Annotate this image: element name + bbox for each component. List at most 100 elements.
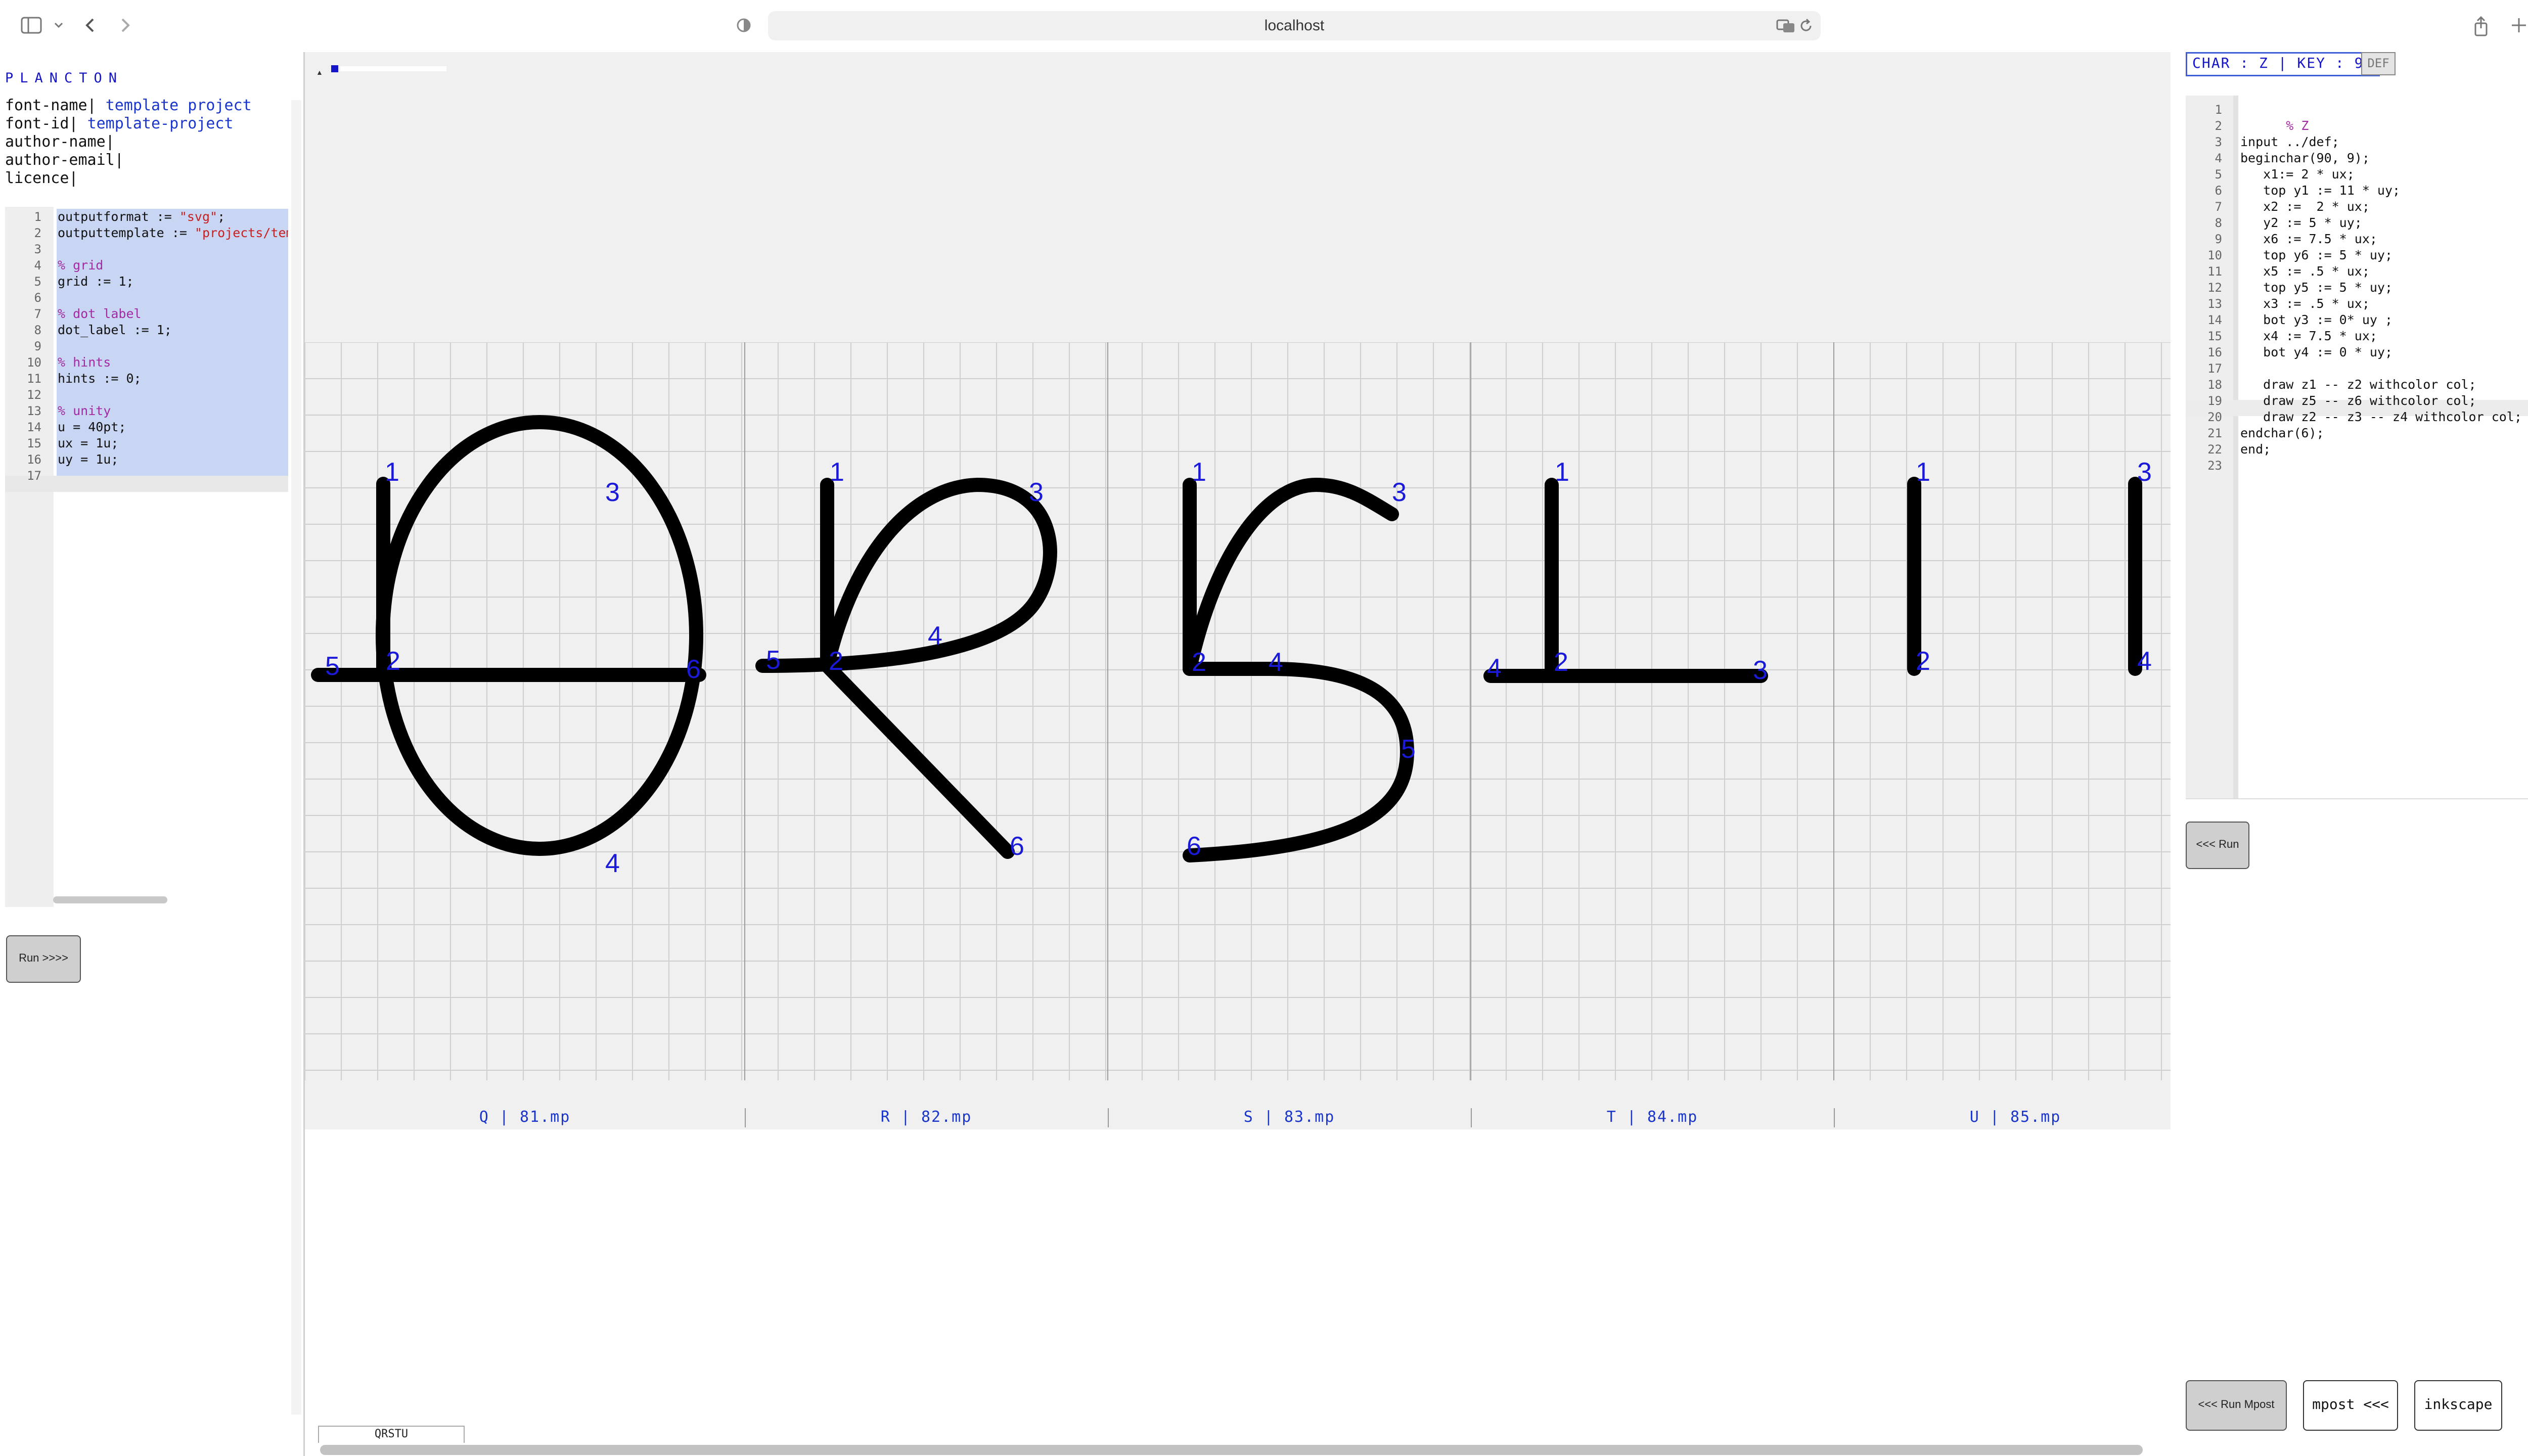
- code-line[interactable]: 4 % grid: [5, 257, 288, 274]
- meta-row[interactable]: author-email|: [5, 151, 252, 169]
- code-line[interactable]: 17: [2186, 360, 2528, 377]
- point-label: 4: [605, 849, 620, 878]
- translate-icon[interactable]: [1776, 16, 1796, 38]
- glyph-file-link[interactable]: S | 83.mp: [1108, 1108, 1471, 1126]
- code-line[interactable]: 8 dot_label := 1;: [5, 322, 288, 338]
- plus-icon[interactable]: [2510, 15, 2527, 40]
- code-line[interactable]: 1 outputformat := "svg";: [5, 209, 288, 225]
- char-key-indicator: CHAR : Z | KEY : 90: [2186, 52, 2380, 76]
- code-line[interactable]: 12 top y5 := 5 * uy;: [2186, 280, 2528, 296]
- glyph-t[interactable]: [1483, 478, 1768, 683]
- code-line[interactable]: 4 beginchar(90, 9);: [2186, 150, 2528, 166]
- line-number: 7: [34, 307, 41, 321]
- meta-row[interactable]: font-name| template project: [5, 97, 252, 115]
- code-line[interactable]: 15 x4 := 7.5 * ux;: [2186, 328, 2528, 344]
- glyph-file-link[interactable]: Q | 81.mp: [305, 1108, 745, 1126]
- code-line[interactable]: 16 uy = 1u;: [5, 451, 288, 468]
- meta-row[interactable]: author-name|: [5, 133, 252, 151]
- chevron-down-icon[interactable]: [53, 15, 65, 40]
- tab-glyph-set[interactable]: QRSTU: [318, 1426, 465, 1443]
- glyph-code-editor[interactable]: 12 % Z 3 input ../def; 4 beginchar(90, 9); 5 …: [2186, 96, 2528, 799]
- code-line[interactable]: 10 top y6 := 5 * uy;: [2186, 247, 2528, 263]
- project-panel: PLANCTON font-name| template project fon…: [0, 52, 303, 1456]
- code-line[interactable]: 2 outputtemplate := "projects/temp: [5, 225, 288, 241]
- code-line[interactable]: 11 x5 := .5 * ux;: [2186, 263, 2528, 280]
- glyph-q[interactable]: [311, 415, 706, 856]
- collapse-icon[interactable]: ▲: [316, 68, 323, 76]
- glyph-file-link[interactable]: R | 82.mp: [745, 1108, 1108, 1126]
- reload-icon[interactable]: [1798, 17, 1814, 37]
- code-line[interactable]: 13 % unity: [5, 403, 288, 419]
- code-line[interactable]: 22 end;: [2186, 441, 2528, 458]
- code-line[interactable]: 3 input ../def;: [2186, 134, 2528, 150]
- line-number: 18: [2207, 378, 2222, 392]
- glyph-separators: [744, 342, 1834, 1080]
- point-label: 2: [1554, 648, 1568, 677]
- meta-row[interactable]: font-id| template-project: [5, 115, 252, 133]
- code-line[interactable]: 15 ux = 1u;: [5, 435, 288, 451]
- code-line[interactable]: 7 % dot label: [5, 306, 288, 322]
- code-text: input ../def;: [2240, 134, 2339, 149]
- code-line[interactable]: 9: [5, 338, 288, 354]
- sidebar-toggle-icon[interactable]: [20, 15, 42, 40]
- code-line[interactable]: 10 % hints: [5, 354, 288, 371]
- code-line[interactable]: 17: [5, 468, 288, 484]
- meta-value[interactable]: template-project: [87, 115, 234, 132]
- code-text: draw z1 -- z2 withcolor col;: [2240, 377, 2476, 392]
- code-line[interactable]: 5 grid := 1;: [5, 274, 288, 290]
- run-glyph-button[interactable]: <<< Run: [2186, 822, 2249, 869]
- code-line[interactable]: 14 u = 40pt;: [5, 419, 288, 435]
- line-number: 6: [2215, 184, 2222, 198]
- meta-value[interactable]: template project: [106, 97, 252, 114]
- code-line[interactable]: 19 draw z5 -- z6 withcolor col;: [2186, 393, 2528, 409]
- share-icon[interactable]: [2472, 15, 2490, 42]
- line-number: 2: [34, 226, 41, 240]
- code-text: top y5 := 5 * uy;: [2240, 280, 2393, 295]
- code-line[interactable]: 1: [2186, 102, 2528, 118]
- address-bar[interactable]: localhost: [768, 11, 1821, 40]
- glyph-s-arc: [1183, 478, 1399, 676]
- glyph-file-link[interactable]: T | 84.mp: [1471, 1108, 1834, 1126]
- code-line[interactable]: 9 x6 := 7.5 * ux;: [2186, 231, 2528, 247]
- def-button[interactable]: DEF: [2361, 52, 2396, 75]
- code-line[interactable]: 7 x2 := 2 * ux;: [2186, 199, 2528, 215]
- inkscape-button[interactable]: inkscape: [2414, 1380, 2502, 1431]
- code-line[interactable]: 3: [5, 241, 288, 257]
- code-line[interactable]: 5 x1:= 2 * ux;: [2186, 166, 2528, 183]
- code-line[interactable]: 18 draw z1 -- z2 withcolor col;: [2186, 377, 2528, 393]
- code-line[interactable]: 23: [2186, 458, 2528, 474]
- point-label: 4: [1269, 648, 1283, 677]
- point-label: 1: [385, 458, 399, 487]
- meta-row[interactable]: licence|: [5, 169, 252, 188]
- forward-arrow-icon[interactable]: [117, 15, 132, 40]
- code-line[interactable]: 13 x3 := .5 * ux;: [2186, 296, 2528, 312]
- line-number: 6: [34, 291, 41, 305]
- glyph-r[interactable]: [755, 478, 1057, 859]
- code-line[interactable]: 14 bot y3 := 0* uy ;: [2186, 312, 2528, 328]
- glyph-canvas[interactable]: 1 2 3 4 5 6 1 2 3 4 5 6 1 2 3 4 5 6 1 2 …: [305, 342, 2171, 1080]
- config-code-editor[interactable]: 1 outputformat := "svg"; 2 outputtemplate :…: [5, 207, 288, 907]
- code-line[interactable]: 11 hints := 0;: [5, 371, 288, 387]
- run-config-button[interactable]: Run >>>>: [6, 935, 81, 983]
- line-number: 14: [2207, 313, 2222, 327]
- code-line[interactable]: 2 % Z: [2186, 118, 2528, 134]
- panel-vertical-scrollbar[interactable]: [291, 100, 301, 1415]
- glyph-file-link[interactable]: U | 85.mp: [1834, 1108, 2197, 1126]
- back-arrow-icon[interactable]: [83, 15, 98, 40]
- code-text: % grid: [58, 258, 104, 272]
- code-line[interactable]: 12: [5, 387, 288, 403]
- code-text: x1:= 2 * ux;: [2240, 167, 2355, 181]
- run-mpost-button[interactable]: <<< Run Mpost: [2186, 1380, 2287, 1431]
- mpost-button[interactable]: mpost <<<: [2303, 1380, 2398, 1431]
- code-line[interactable]: 6: [5, 290, 288, 306]
- code-line[interactable]: 6 top y1 := 11 * uy;: [2186, 183, 2528, 199]
- line-number: 15: [27, 436, 41, 450]
- glyph-u[interactable]: [1907, 477, 2142, 676]
- code-line[interactable]: 8 y2 := 5 * uy;: [2186, 215, 2528, 231]
- point-label: 3: [605, 478, 620, 507]
- editor-horizontal-scrollbar[interactable]: [53, 896, 167, 903]
- code-line[interactable]: 16 bot y4 := 0 * uy;: [2186, 344, 2528, 360]
- code-line[interactable]: 21 endchar(6);: [2186, 425, 2528, 441]
- code-line[interactable]: 20 draw z2 -- z3 -- z4 withcolor col;: [2186, 409, 2528, 425]
- canvas-horizontal-scrollbar[interactable]: [320, 1445, 2143, 1455]
